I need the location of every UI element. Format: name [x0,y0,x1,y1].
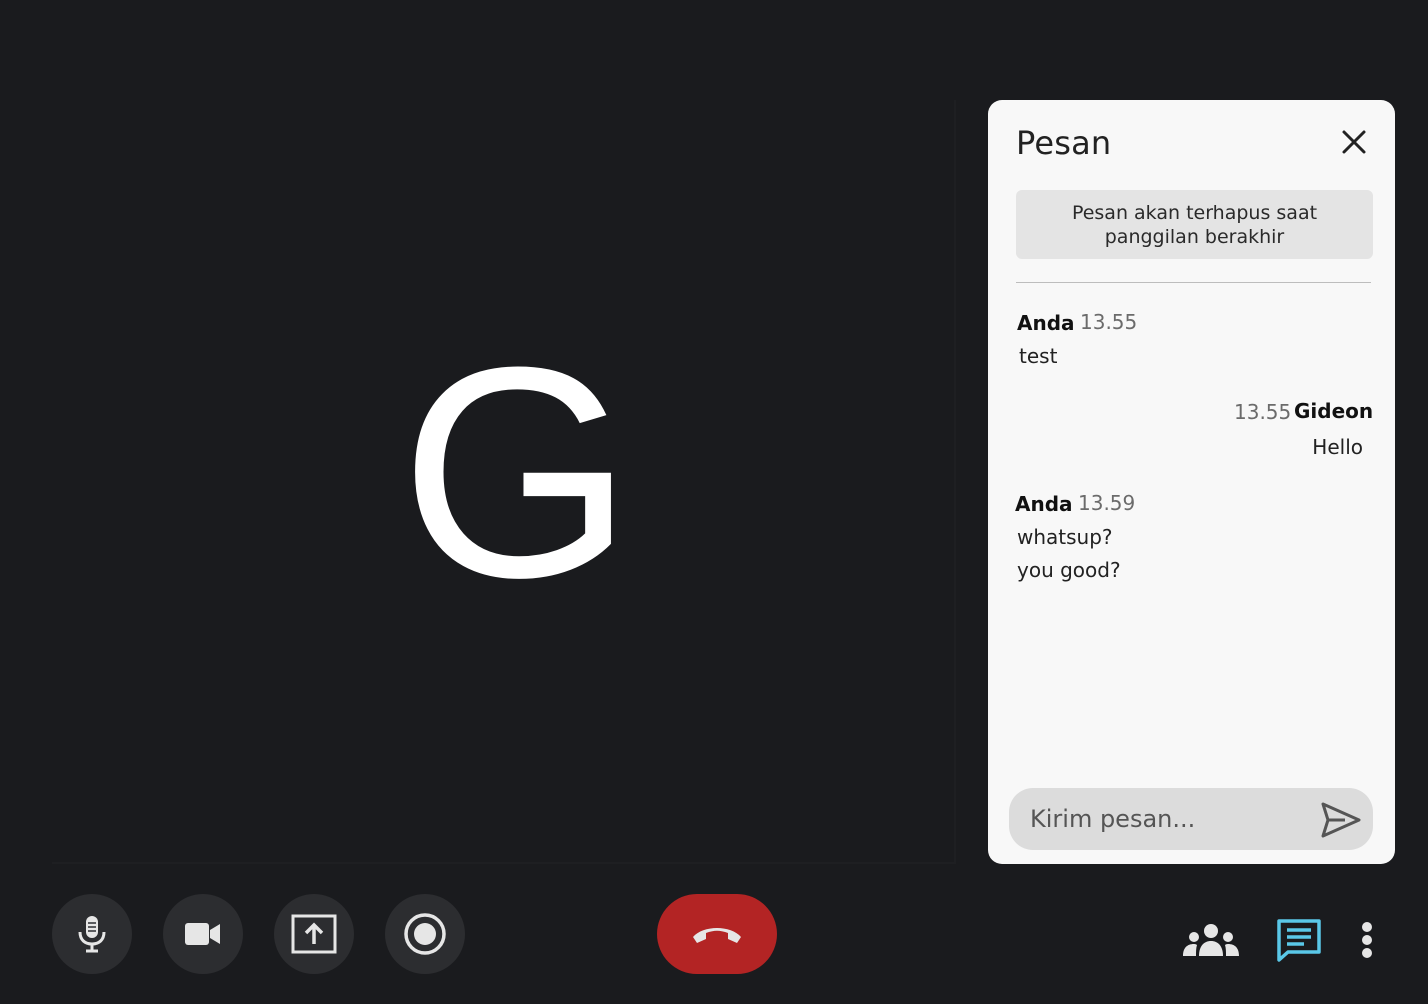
present-screen-icon [291,914,337,954]
microphone-button[interactable] [52,894,132,974]
close-chat-button[interactable] [1338,126,1370,158]
message-text: test [1019,344,1058,368]
chat-divider [1016,282,1371,283]
chat-panel-title: Pesan [1016,124,1112,162]
message-text: Hello [1312,435,1363,459]
end-call-button[interactable] [657,894,777,974]
message-text: whatsup? [1017,525,1113,549]
message-text: you good? [1017,558,1121,582]
message-sender: Gideon [1294,399,1374,423]
record-icon [404,913,446,955]
close-icon [1342,130,1366,154]
message-time: 13.55 [1234,400,1292,424]
message-sender: Anda [1017,311,1075,335]
chat-input-container [1009,788,1373,850]
more-options-button[interactable] [1356,916,1378,964]
mic-icon [78,916,106,953]
camera-button[interactable] [163,894,243,974]
send-message-button[interactable] [1319,800,1363,840]
chat-icon [1277,919,1321,962]
message-sender: Anda [1015,492,1073,516]
record-button[interactable] [385,894,465,974]
camera-icon [185,923,220,945]
send-icon [1321,802,1361,838]
chat-toggle-button[interactable] [1276,916,1322,964]
chat-notice: Pesan akan terhapus saat panggilan berak… [1016,190,1373,259]
chat-message-input[interactable] [1009,788,1309,850]
message-time: 13.55 [1080,310,1138,334]
participants-button[interactable] [1182,916,1240,964]
message-time: 13.59 [1078,491,1136,515]
participants-icon [1183,924,1239,956]
more-vert-icon [1362,922,1372,958]
chat-panel: Pesan Pesan akan terhapus saat panggilan… [988,100,1395,864]
participant-avatar-initial: G [400,304,634,640]
video-call-screen: G Pesan Pesan akan terhapus saat panggil… [0,0,1428,1004]
present-screen-button[interactable] [274,894,354,974]
end-call-icon [693,928,741,943]
